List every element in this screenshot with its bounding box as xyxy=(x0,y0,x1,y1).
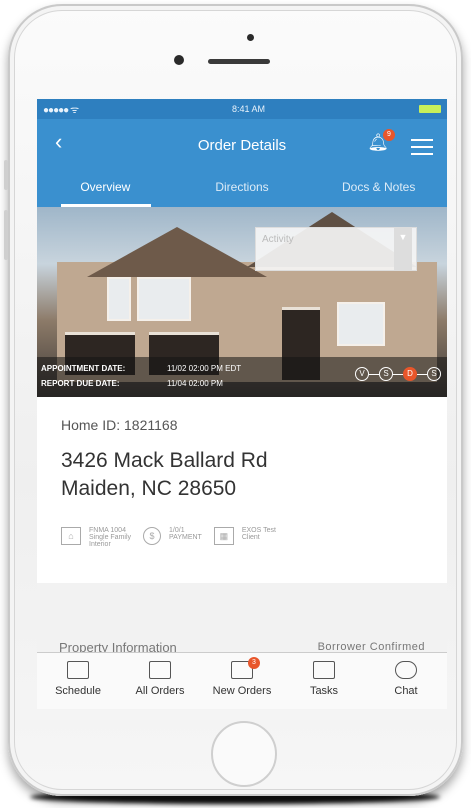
app-screen: ●●●●● ᯤ 8:41 AM ‹ Order Details 🔔︎ 9 Ove… xyxy=(37,99,447,709)
calendar-icon xyxy=(67,661,89,679)
nav-label: New Orders xyxy=(212,685,272,697)
order-progress-steps: V S D S xyxy=(355,367,441,381)
nav-bar: ‹ Order Details 🔔︎ 9 xyxy=(37,119,447,171)
status-bar: ●●●●● ᯤ 8:41 AM xyxy=(37,99,447,119)
nav-new-orders[interactable]: 3 New Orders xyxy=(201,653,283,709)
clock: 8:41 AM xyxy=(232,104,266,114)
chat-icon xyxy=(395,661,417,679)
appointment-date-value: 11/02 02:00 PM EDT xyxy=(167,364,242,373)
meta-text: FNMA 1004 Single Family Interior xyxy=(89,527,132,548)
notification-badge: 9 xyxy=(383,129,395,141)
step-indicator: S xyxy=(379,367,393,381)
nav-tasks[interactable]: Tasks xyxy=(283,653,365,709)
nav-chat[interactable]: Chat xyxy=(365,653,447,709)
bottom-nav: Schedule All Orders 3 New Orders Tasks C… xyxy=(37,652,447,709)
nav-label: All Orders xyxy=(135,685,185,697)
nav-schedule[interactable]: Schedule xyxy=(37,653,119,709)
appointment-overlay: APPOINTMENT DATE: 11/02 02:00 PM EDT REP… xyxy=(37,357,447,397)
meta-form-type: ⌂ FNMA 1004 Single Family Interior xyxy=(61,527,131,548)
chevron-down-icon: ▼ xyxy=(394,228,412,270)
sensor-dot xyxy=(247,34,254,41)
nav-all-orders[interactable]: All Orders xyxy=(119,653,201,709)
property-photo: Activity ▼ APPOINTMENT DATE: 11/02 02:00… xyxy=(37,207,447,397)
activity-dropdown[interactable]: Activity ▼ xyxy=(255,227,417,271)
volume-button xyxy=(4,210,8,260)
tab-directions[interactable]: Directions xyxy=(174,180,311,198)
battery-icon xyxy=(418,105,441,113)
building-icon: ▦ xyxy=(213,527,234,545)
tab-overview[interactable]: Overview xyxy=(37,180,174,198)
house-roof-left xyxy=(87,227,267,277)
nav-label: Tasks xyxy=(309,685,339,697)
order-details: Home ID: 1821168 3426 Mack Ballard Rd Ma… xyxy=(37,397,447,583)
home-button[interactable] xyxy=(211,721,277,787)
dollar-icon: $ xyxy=(143,527,162,545)
meta-client: ▦ EXOS Test Client xyxy=(213,527,276,548)
property-address: 3426 Mack Ballard Rd Maiden, NC 28650 xyxy=(61,447,268,503)
home-icon: ⌂ xyxy=(61,527,81,545)
step-connector xyxy=(417,373,427,375)
step-indicator-active: D xyxy=(403,367,417,381)
nav-label: Chat xyxy=(394,685,418,697)
home-id: Home ID: 1821168 xyxy=(61,417,178,433)
meta-text: EXOS Test Client xyxy=(241,527,276,541)
meta-text: 1/0/1 PAYMENT xyxy=(169,527,202,541)
mute-switch xyxy=(4,160,8,190)
folder-icon xyxy=(149,661,171,679)
earpiece-speaker xyxy=(208,59,270,64)
front-camera xyxy=(174,55,184,65)
section-spacer xyxy=(37,583,447,627)
menu-icon[interactable] xyxy=(411,139,433,160)
step-connector xyxy=(393,373,403,375)
clipboard-icon xyxy=(313,661,335,679)
tab-bar: Overview Directions Docs & Notes xyxy=(37,171,447,207)
report-due-value: 11/04 02:00 PM xyxy=(167,379,223,388)
meta-payment: $ 1/0/1 PAYMENT xyxy=(143,527,202,548)
address-line-1: 3426 Mack Ballard Rd xyxy=(61,449,268,472)
report-due-label: REPORT DUE DATE: xyxy=(41,379,120,388)
house-window xyxy=(337,302,385,346)
order-meta: ⌂ FNMA 1004 Single Family Interior $ 1/0… xyxy=(61,527,437,548)
house-window xyxy=(107,277,131,321)
tab-docs-notes[interactable]: Docs & Notes xyxy=(310,180,447,198)
house-window xyxy=(137,277,191,321)
nav-label: Schedule xyxy=(55,685,101,697)
appointment-date-label: APPOINTMENT DATE: xyxy=(41,364,126,373)
dropdown-placeholder: Activity xyxy=(262,234,294,245)
step-indicator: V xyxy=(355,367,369,381)
new-orders-badge: 3 xyxy=(248,657,260,669)
step-indicator: S xyxy=(427,367,441,381)
step-connector xyxy=(369,373,379,375)
address-line-2: Maiden, NC 28650 xyxy=(61,477,237,500)
signal-indicator: ●●●●● ᯤ xyxy=(43,105,79,116)
